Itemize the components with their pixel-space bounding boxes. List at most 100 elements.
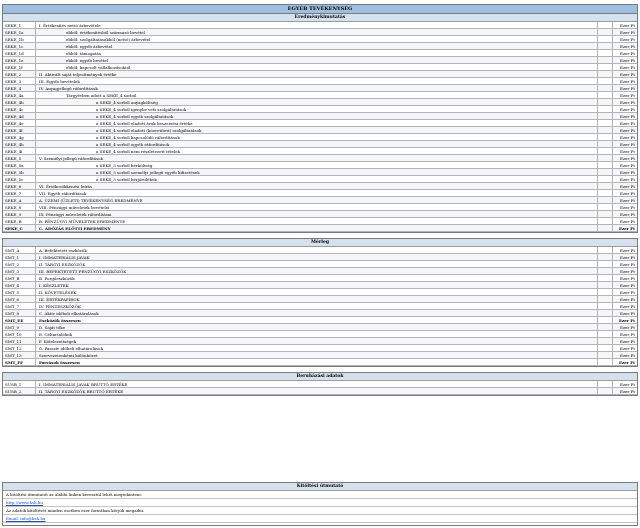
row-unit: Ezer Ft — [620, 262, 635, 267]
row-input-cell[interactable] — [598, 225, 613, 231]
row-unit: Ezer Ft — [620, 114, 635, 119]
row-code: SMT_3 — [3, 268, 36, 274]
row-unit: Ezer Ft — [620, 135, 635, 140]
row-input-cell[interactable] — [598, 324, 613, 330]
instructions-link[interactable]: http://www.ksh.hu — [3, 499, 637, 507]
row-label: A. ÜZEMI (ÜZLETI) TEVÉKENYSÉG EREDMÉNYE — [36, 197, 598, 203]
row-input-cell[interactable] — [598, 261, 613, 267]
row-input-cell[interactable] — [598, 218, 613, 224]
row-unit: Ezer Ft — [620, 79, 635, 84]
row-input-cell[interactable] — [598, 211, 613, 217]
row-code: SEKE_4g — [3, 134, 36, 140]
row-unit: Ezer Ft — [620, 248, 635, 253]
row-input-cell[interactable] — [598, 359, 613, 365]
row-code: SEKE_5 — [3, 155, 36, 161]
table-row: SMT_4 I. KÉSZLETEK Ezer Ft — [3, 282, 637, 289]
table-row: SEKE_1b ebből: szolgáltatásokból (nettó) … — [3, 36, 637, 43]
row-input-cell[interactable] — [598, 113, 613, 119]
row-input-cell[interactable] — [598, 381, 613, 387]
table-row: SEKE_1e ebből: egyéb bevétel Ezer Ft — [3, 57, 637, 64]
row-input-cell[interactable] — [598, 254, 613, 260]
table-row: SEKE_3 III. Egyéb bevételek Ezer Ft — [3, 78, 637, 85]
row-input-cell[interactable] — [598, 57, 613, 63]
row-input-cell[interactable] — [598, 85, 613, 91]
row-input-cell[interactable] — [598, 106, 613, 112]
row-input-cell[interactable] — [598, 268, 613, 274]
row-label: IX. Pénzügyi műveletek ráfordításai — [36, 211, 598, 217]
row-input-cell[interactable] — [598, 317, 613, 323]
row-input-cell[interactable] — [598, 92, 613, 98]
row-input-cell[interactable] — [598, 275, 613, 281]
row-input-cell[interactable] — [598, 148, 613, 154]
row-input-cell[interactable] — [598, 29, 613, 35]
row-unit: Ezer Ft — [620, 191, 635, 196]
row-unit: Ezer Ft — [620, 72, 635, 77]
table-row: SEKE_B B. PÉNZÜGYI MŰVELETEK EREDMÉNYE Eze… — [3, 218, 637, 225]
row-input-cell[interactable] — [598, 282, 613, 288]
row-input-cell[interactable] — [598, 388, 613, 394]
row-input-cell[interactable] — [598, 338, 613, 344]
row-input-cell[interactable] — [598, 303, 613, 309]
row-input-cell[interactable] — [598, 43, 613, 49]
row-input-cell[interactable] — [598, 183, 613, 189]
row-code: SEKE_6 — [3, 183, 36, 189]
table-row: SUSB_2 II. TÁRGYI ESZKÖZÖK BRUTTÓ ÉRTÉKE E… — [3, 388, 637, 395]
row-input-cell[interactable] — [598, 120, 613, 126]
row-unit: Ezer Ft — [620, 269, 635, 274]
table-row: SMT_11 F. Kötelezettségek Ezer Ft — [3, 338, 637, 345]
row-unit: Ezer Ft — [620, 283, 635, 288]
table-row: SMT_A A. Befektetett eszközök Ezer Ft — [3, 247, 637, 254]
table-row: SEKE_5a a SEKE_5 sorból bérköltség Ezer Ft — [3, 162, 637, 169]
section-rows: SUSB_1 I. IMMATERIÁLIS JAVAK BRUTTÓ ÉRTÉK… — [3, 381, 637, 395]
row-unit: Ezer Ft — [620, 156, 635, 161]
row-input-cell[interactable] — [598, 345, 613, 351]
row-input-cell[interactable] — [598, 197, 613, 203]
row-input-cell[interactable] — [598, 204, 613, 210]
row-label: II. KÖVETELÉSEK — [36, 289, 598, 295]
row-input-cell[interactable] — [598, 289, 613, 295]
row-input-cell[interactable] — [598, 99, 613, 105]
row-unit: Ezer Ft — [620, 290, 635, 295]
row-code: SMT_13 — [3, 352, 36, 358]
row-label: ebből: értékesítésből származó bevétel — [36, 29, 598, 35]
row-input-cell[interactable] — [598, 310, 613, 316]
row-input-cell[interactable] — [598, 169, 613, 175]
row-code: SEKE_1c — [3, 43, 36, 49]
row-input-cell[interactable] — [598, 162, 613, 168]
row-label: Tárgyévben adott a SEKE_4 sorból — [36, 92, 598, 98]
row-input-cell[interactable] — [598, 331, 613, 337]
row-input-cell[interactable] — [598, 176, 613, 182]
row-input-cell[interactable] — [598, 190, 613, 196]
table-row: SEKE_5b a SEKE_5 sorból személyi jellegű … — [3, 169, 637, 176]
row-unit: Ezer Ft — [620, 100, 635, 105]
row-input-cell[interactable] — [598, 78, 613, 84]
row-unit: Ezer Ft — [620, 58, 635, 63]
contact-email-link[interactable]: Email: info@ksh.hu — [3, 515, 637, 523]
row-code: SMT_FF — [3, 359, 36, 365]
table-row: SEKE_8 VIII. Pénzügyi műveletek bevételei… — [3, 204, 637, 211]
table-row: SEKE_5c a SEKE_5 sorból bérjárulékok Ezer … — [3, 176, 637, 183]
table-row: SEKE_5 V. Személyi jellegű ráfordítások Ez… — [3, 155, 637, 162]
row-unit: Ezer Ft — [620, 121, 635, 126]
row-unit: Ezer Ft — [620, 332, 635, 337]
table-row: SMT_13 Szervezetenkénti különbözet Ezer Ft — [3, 352, 637, 359]
row-input-cell[interactable] — [598, 141, 613, 147]
row-unit: Ezer Ft — [620, 297, 635, 302]
table-row: SEKE_4f a SEKE_4 sorból eladott (közvetít… — [3, 127, 637, 134]
table-row: SMT_EE Eszközök összesen Ezer Ft — [3, 317, 637, 324]
row-code: SEKE_9 — [3, 211, 36, 217]
row-input-cell[interactable] — [598, 36, 613, 42]
row-input-cell[interactable] — [598, 22, 613, 28]
row-unit: Ezer Ft — [620, 51, 635, 56]
row-label: II. Aktivált saját teljesítmények értéke — [36, 71, 598, 77]
row-input-cell[interactable] — [598, 352, 613, 358]
section-table: Mérleg SMT_A A. Befektetett eszközök Ezer F… — [2, 238, 638, 367]
row-input-cell[interactable] — [598, 127, 613, 133]
row-input-cell[interactable] — [598, 64, 613, 70]
row-input-cell[interactable] — [598, 134, 613, 140]
row-input-cell[interactable] — [598, 296, 613, 302]
row-input-cell[interactable] — [598, 155, 613, 161]
row-input-cell[interactable] — [598, 247, 613, 253]
row-input-cell[interactable] — [598, 71, 613, 77]
row-input-cell[interactable] — [598, 50, 613, 56]
